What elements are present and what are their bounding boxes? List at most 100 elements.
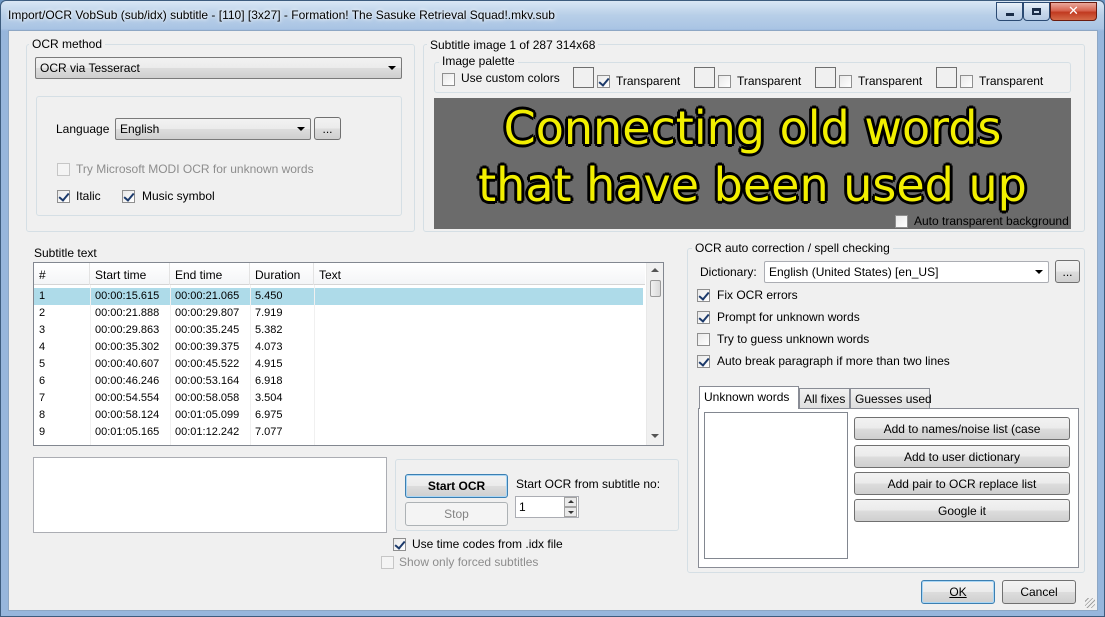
stop-button[interactable]: Stop <box>405 502 508 526</box>
italic-label: Italic <box>76 189 101 203</box>
tab-unknown-words[interactable]: Unknown words <box>699 386 799 409</box>
row-end-time: 00:00:35.245 <box>175 324 240 336</box>
palette-color-swatch-3[interactable] <box>815 67 836 88</box>
language-browse-button[interactable]: ... <box>314 117 341 140</box>
title-bar[interactable]: Import/OCR VobSub (sub/idx) subtitle - [… <box>1 1 1104 29</box>
start-from-input[interactable]: 1 <box>515 496 579 518</box>
scroll-down-icon[interactable] <box>651 434 659 438</box>
table-row[interactable]: 1 00:00:15.615 00:00:21.065 5.450 <box>34 288 643 305</box>
prompt-unknown-label: Prompt for unknown words <box>717 310 860 324</box>
add-pair-to-replace-list-button[interactable]: Add pair to OCR replace list <box>854 472 1070 495</box>
subtitle-list[interactable]: # Start time End time Duration Text 1 00:… <box>33 262 664 446</box>
unknown-words-list[interactable] <box>704 412 848 559</box>
tab-guesses-used[interactable]: Guesses used <box>850 388 932 409</box>
resize-grip-icon[interactable] <box>1085 598 1095 608</box>
table-row[interactable]: 4 00:00:35.302 00:00:39.375 4.073 <box>34 339 643 356</box>
table-row[interactable]: 8 00:00:58.124 00:01:05.099 6.975 <box>34 407 643 424</box>
palette-transparent-label-2: Transparent <box>737 74 802 88</box>
palette-transparent-checkbox-4[interactable] <box>960 75 973 88</box>
guess-unknown-label: Try to guess unknown words <box>717 332 870 346</box>
spin-down-icon <box>568 511 574 514</box>
row-number: 6 <box>39 375 46 387</box>
dialog-client-area: OCR method OCR via Tesseract Language En… <box>8 30 1098 611</box>
modi-checkbox[interactable] <box>57 163 70 176</box>
spin-up-button[interactable] <box>564 497 577 507</box>
auto-break-checkbox[interactable] <box>697 355 710 368</box>
dictionary-browse-button[interactable]: ... <box>1055 260 1080 283</box>
add-to-names-button[interactable]: Add to names/noise list (case <box>854 417 1070 440</box>
row-start-time: 00:00:58.124 <box>95 409 160 421</box>
ocr-log-textbox[interactable] <box>33 457 387 533</box>
scroll-up-icon[interactable] <box>651 268 659 272</box>
use-custom-colors-label: Use custom colors <box>461 71 560 85</box>
subtitle-list-scrollbar[interactable] <box>646 263 663 445</box>
row-start-time: 00:00:29.863 <box>95 324 160 336</box>
subtitle-image-group-label: Subtitle image 1 of 287 314x68 <box>427 38 599 52</box>
tab-all-fixes[interactable]: All fixes <box>799 388 850 409</box>
subtitle-list-header: # Start time End time Duration Text <box>34 263 645 285</box>
row-end-time: 00:00:58.058 <box>175 392 240 404</box>
palette-color-swatch-2[interactable] <box>694 67 715 88</box>
guess-unknown-checkbox[interactable] <box>697 333 710 346</box>
spin-up-icon <box>568 500 574 503</box>
table-row[interactable]: 7 00:00:54.554 00:00:58.058 3.504 <box>34 390 643 407</box>
column-header-number[interactable]: # <box>34 263 90 285</box>
palette-color-swatch-1[interactable] <box>573 67 594 88</box>
column-header-text[interactable]: Text <box>314 263 645 285</box>
row-start-time: 00:00:40.607 <box>95 358 160 370</box>
column-divider <box>314 285 315 445</box>
table-row[interactable]: 9 00:01:05.165 00:01:12.242 7.077 <box>34 424 643 441</box>
maximize-button[interactable] <box>1023 2 1050 21</box>
row-number: 5 <box>39 358 46 370</box>
palette-transparent-label-3: Transparent <box>858 74 923 88</box>
cancel-button-label: Cancel <box>1020 585 1058 599</box>
row-start-time: 00:00:15.615 <box>95 290 160 302</box>
dictionary-value: English (United States) [en_US] <box>769 265 939 279</box>
google-it-button[interactable]: Google it <box>854 499 1070 522</box>
minimize-button[interactable] <box>996 2 1023 21</box>
table-row[interactable]: 3 00:00:29.863 00:00:35.245 5.382 <box>34 322 643 339</box>
scroll-thumb[interactable] <box>650 280 661 297</box>
image-palette-label: Image palette <box>439 54 518 68</box>
fix-ocr-errors-checkbox[interactable] <box>697 289 710 302</box>
cancel-button[interactable]: Cancel <box>1002 580 1076 604</box>
use-timecodes-checkbox[interactable] <box>393 538 406 551</box>
auto-transparent-checkbox[interactable] <box>895 215 908 228</box>
start-ocr-button[interactable]: Start OCR <box>405 474 508 498</box>
column-header-duration[interactable]: Duration <box>250 263 314 285</box>
table-row[interactable]: 2 00:00:21.888 00:00:29.807 7.919 <box>34 305 643 322</box>
column-header-start-time[interactable]: Start time <box>90 263 170 285</box>
subtitle-image-line-1: Connecting old words <box>503 101 1002 155</box>
palette-color-swatch-4[interactable] <box>936 67 957 88</box>
forced-only-checkbox[interactable] <box>381 556 394 569</box>
close-button[interactable]: ✕ <box>1050 2 1097 21</box>
prompt-unknown-checkbox[interactable] <box>697 311 710 324</box>
table-row[interactable]: 6 00:00:46.246 00:00:53.164 6.918 <box>34 373 643 390</box>
use-timecodes-label: Use time codes from .idx file <box>412 537 563 551</box>
row-number: 2 <box>39 307 46 319</box>
auto-correction-group-label: OCR auto correction / spell checking <box>692 241 893 255</box>
table-row[interactable]: 5 00:00:40.607 00:00:45.522 4.915 <box>34 356 643 373</box>
row-duration: 7.919 <box>255 307 283 319</box>
start-from-label: Start OCR from subtitle no: <box>516 477 661 491</box>
ocr-method-value: OCR via Tesseract <box>40 61 140 75</box>
use-custom-colors-checkbox[interactable] <box>442 73 455 86</box>
dictionary-label: Dictionary: <box>700 265 757 279</box>
palette-transparent-checkbox-2[interactable] <box>718 75 731 88</box>
spin-down-button[interactable] <box>564 507 577 517</box>
ocr-method-group-label: OCR method <box>29 37 106 51</box>
language-select[interactable]: English <box>115 118 311 140</box>
row-number: 8 <box>39 409 46 421</box>
chevron-down-icon <box>1035 270 1043 274</box>
add-to-user-dictionary-button[interactable]: Add to user dictionary <box>854 445 1070 468</box>
music-symbol-checkbox[interactable] <box>122 190 135 203</box>
dictionary-select[interactable]: English (United States) [en_US] <box>764 261 1049 283</box>
column-divider <box>90 285 91 445</box>
italic-checkbox[interactable] <box>57 190 70 203</box>
column-header-end-time[interactable]: End time <box>170 263 250 285</box>
palette-transparent-checkbox-1[interactable] <box>597 75 610 88</box>
ok-button[interactable]: OK <box>921 580 995 604</box>
palette-transparent-checkbox-3[interactable] <box>839 75 852 88</box>
ocr-method-select[interactable]: OCR via Tesseract <box>35 57 402 79</box>
row-start-time: 00:00:46.246 <box>95 375 160 387</box>
